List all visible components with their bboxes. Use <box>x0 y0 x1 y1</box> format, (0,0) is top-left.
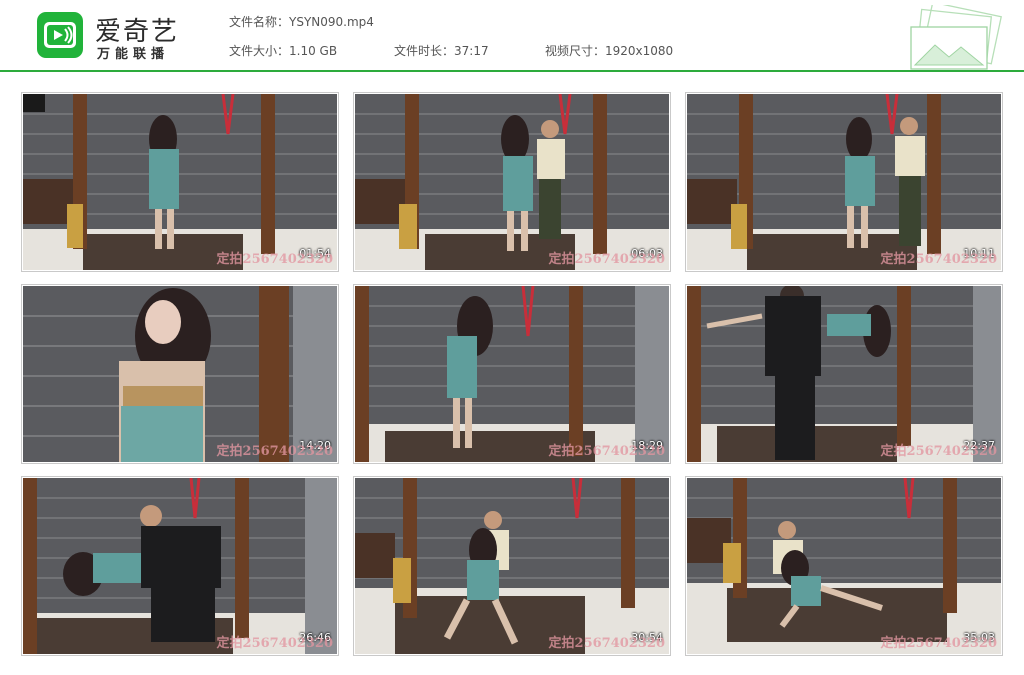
video-frame-image <box>687 94 1001 270</box>
thumbnail[interactable]: 06:03 定拍2567402320 <box>353 92 671 272</box>
thumbnail-watermark: 定拍2567402320 <box>216 252 333 267</box>
thumbnail[interactable]: 10:11 定拍2567402320 <box>685 92 1003 272</box>
iqiyi-logo-icon <box>37 12 83 58</box>
video-frame-image <box>687 286 1001 462</box>
header: 爱奇艺 万能联播 文件名称：YSYN090.mp4 文件大小：1.10 GB 文… <box>0 0 1024 70</box>
thumbnail[interactable]: 14:20 定拍2567402320 <box>21 284 339 464</box>
picture-frames-icon <box>910 5 1002 70</box>
thumbnail[interactable]: 01:54 定拍2567402320 <box>21 92 339 272</box>
video-frame-image <box>23 94 337 270</box>
video-frame-image <box>687 478 1001 654</box>
file-size: 文件大小：1.10 GB <box>229 44 338 58</box>
thumbnail[interactable]: 26:46 定拍2567402320 <box>21 476 339 656</box>
thumbnail-watermark: 定拍2567402320 <box>548 252 665 267</box>
thumbnail[interactable]: 30:54 定拍2567402320 <box>353 476 671 656</box>
header-divider <box>0 70 1024 72</box>
file-name: 文件名称：YSYN090.mp4 <box>229 15 374 29</box>
video-frame-image <box>355 478 669 654</box>
thumbnail-watermark: 定拍2567402320 <box>216 444 333 459</box>
thumbnail-watermark: 定拍2567402320 <box>880 444 997 459</box>
video-frame-image <box>355 94 669 270</box>
thumbnail[interactable]: 35:03 定拍2567402320 <box>685 476 1003 656</box>
thumbnail-watermark: 定拍2567402320 <box>216 636 333 651</box>
video-resolution: 视频尺寸：1920x1080 <box>545 44 674 58</box>
thumbnail-watermark: 定拍2567402320 <box>880 636 997 651</box>
thumbnail-watermark: 定拍2567402320 <box>548 444 665 459</box>
video-frame-image <box>23 286 337 462</box>
thumbnail-watermark: 定拍2567402320 <box>880 252 997 267</box>
file-duration: 文件时长：37:17 <box>394 44 489 58</box>
thumbnail-watermark: 定拍2567402320 <box>548 636 665 651</box>
app-subtitle: 万能联播 <box>97 47 170 62</box>
thumbnail[interactable]: 22:37 定拍2567402320 <box>685 284 1003 464</box>
video-frame-image <box>355 286 669 462</box>
thumbnail[interactable]: 18:29 定拍2567402320 <box>353 284 671 464</box>
video-frame-image <box>23 478 337 654</box>
